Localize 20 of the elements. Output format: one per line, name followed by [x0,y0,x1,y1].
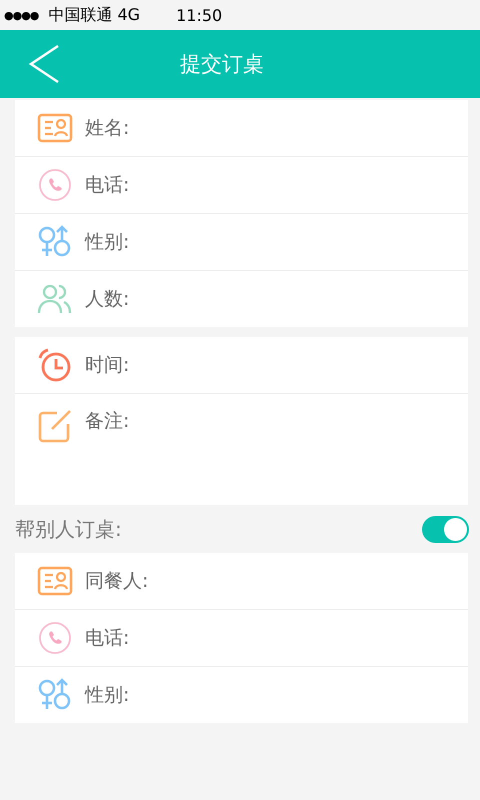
phone-icon [37,167,73,203]
alarm-clock-icon [37,347,73,383]
field-label: 电话: [85,173,130,198]
field-label: 性别: [85,683,130,708]
field-label: 电话: [85,626,130,651]
edit-icon [37,408,73,444]
page-title: 提交订桌 [180,51,264,78]
carrier-name: 中国联通 4G [48,4,140,26]
field-label: 时间: [85,353,130,378]
helper-label: 帮别人订桌: [15,516,122,542]
signal-strength: ●●●● [4,8,38,22]
back-icon [28,44,60,84]
field-label: 备注: [85,409,130,434]
field-label: 同餐人: [85,569,148,594]
field-label: 人数: [85,287,130,312]
toggle-switch[interactable] [422,516,469,542]
field-label: 性别: [85,230,130,255]
clock-time: 11:50 [176,6,222,24]
field-label: 姓名: [85,116,130,141]
phone-icon [37,620,73,656]
